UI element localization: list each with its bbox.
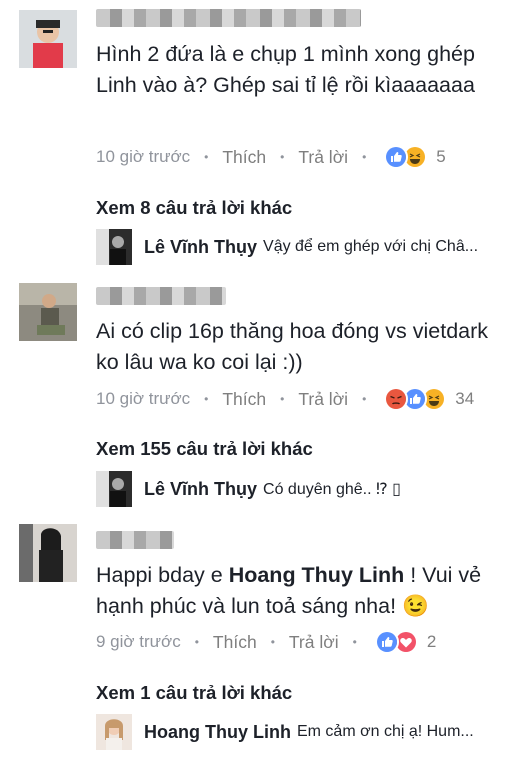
separator-dot: • [362,392,367,406]
view-more-replies-link[interactable]: Xem 8 câu trả lời khác [96,197,292,219]
comment-meta: 10 giờ trước • Thích • Trả lời • 34 [96,387,474,411]
comment-text: Ai có clip 16p thăng hoa đóng vs vietdar… [96,319,489,374]
reply-text: Vậy để em ghép với chị Châ... [263,238,479,255]
like-button[interactable]: Thích [222,389,266,410]
comment-time[interactable]: 10 giờ trước [96,389,190,409]
angry-icon [384,387,409,411]
separator-dot: • [204,392,209,406]
replier-name[interactable]: Hoang Thuy Linh [144,722,291,743]
reply-button[interactable]: Trả lời [289,632,339,653]
replier-name[interactable]: Lê Vĩnh Thụy [144,479,257,500]
reaction-count[interactable]: 2 [427,632,436,652]
mention-link[interactable]: Hoang Thuy Linh [229,563,405,587]
separator-dot: • [204,150,209,164]
reply-text: Có duyên ghê.. ⁉ ▯ [263,481,401,498]
reply-button[interactable]: Trả lời [298,389,348,410]
reply-preview[interactable]: Lê Vĩnh Thụy Vậy để em ghép với chị Châ.… [96,229,478,265]
reactions-summary[interactable]: 5 [384,145,446,169]
commenter-name-blurred[interactable] [96,531,174,549]
separator-dot: • [362,150,367,164]
commenter-avatar[interactable] [19,10,77,68]
separator-dot: • [280,150,285,164]
reactions-summary[interactable]: 2 [374,630,436,654]
reactions-summary[interactable]: 34 [384,387,474,411]
reply-text: Em cảm ơn chị ạ! Hum... [296,723,474,740]
replier-avatar[interactable] [96,714,132,750]
like-icon [384,145,409,169]
reply-button[interactable]: Trả lời [298,147,348,168]
reply-preview[interactable]: Hoang Thuy Linh Em cảm ơn chị ạ! Hum... [96,714,474,750]
comment-time[interactable]: 10 giờ trước [96,147,190,167]
replier-avatar[interactable] [96,229,132,265]
reply-preview[interactable]: Lê Vĩnh Thụy Có duyên ghê.. ⁉ ▯ [96,471,401,507]
commenter-avatar[interactable] [19,283,77,341]
comment-text: Hình 2 đứa là e chụp 1 mình xong ghép Li… [96,42,475,97]
view-more-replies-link[interactable]: Xem 1 câu trả lời khác [96,682,292,704]
commenter-name-blurred[interactable] [96,287,226,305]
like-icon [374,630,399,654]
separator-dot: • [280,392,285,406]
comment-text-part: Happi bday e [96,563,229,587]
comment-time[interactable]: 9 giờ trước [96,632,181,652]
commenter-avatar[interactable] [19,524,77,582]
comment-meta: 9 giờ trước • Thích • Trả lời • 2 [96,630,436,654]
comment-meta: 10 giờ trước • Thích • Trả lời • 5 [96,145,446,169]
replier-name[interactable]: Lê Vĩnh Thụy [144,237,257,258]
separator-dot: • [194,635,199,649]
comment-text: Happi bday e Hoang Thuy Linh ! Vui vẻ hạ… [96,560,506,622]
commenter-name-blurred[interactable] [96,9,361,27]
view-more-replies-link[interactable]: Xem 155 câu trả lời khác [96,438,313,460]
like-button[interactable]: Thích [213,632,257,653]
reaction-count[interactable]: 34 [455,389,474,409]
reaction-count[interactable]: 5 [436,147,445,167]
separator-dot: • [270,635,275,649]
like-button[interactable]: Thích [222,147,266,168]
replier-avatar[interactable] [96,471,132,507]
separator-dot: • [352,635,357,649]
